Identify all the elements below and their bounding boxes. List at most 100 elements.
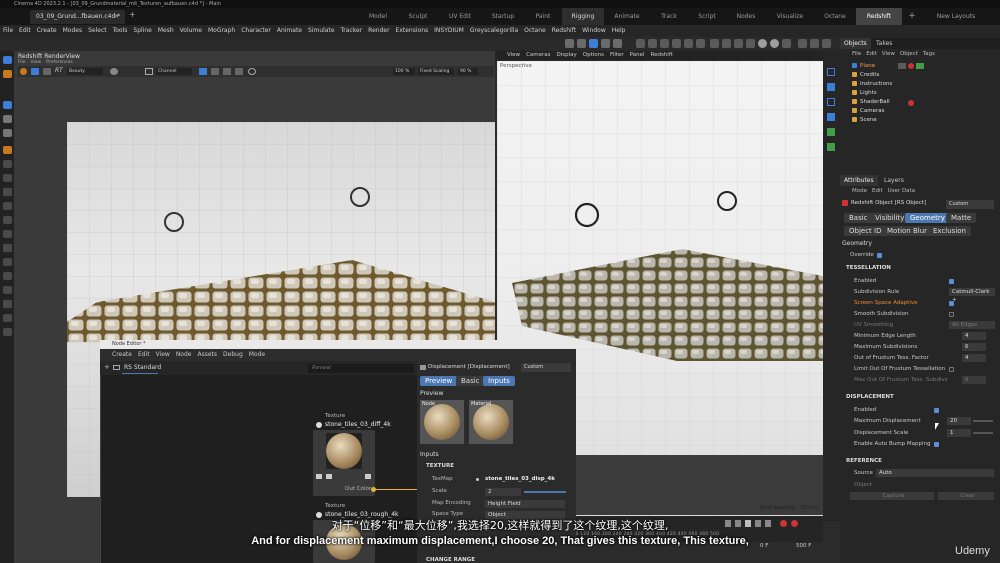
- texture-heading[interactable]: TEXTURE: [426, 463, 454, 469]
- layout-script[interactable]: Script: [688, 8, 726, 25]
- vp-menu-cameras[interactable]: Cameras: [526, 51, 550, 60]
- menu-mesh[interactable]: Mesh: [155, 25, 177, 37]
- max-displacement-slider[interactable]: [973, 420, 993, 422]
- layout-nodes[interactable]: Nodes: [726, 8, 766, 25]
- menu-tools[interactable]: Tools: [110, 25, 131, 37]
- effector-icon[interactable]: [827, 143, 835, 151]
- layout-redshift[interactable]: Redshift: [856, 8, 902, 25]
- attr-menu-mode[interactable]: Mode: [852, 187, 867, 196]
- field-icon[interactable]: [696, 39, 705, 48]
- snap-icon[interactable]: [613, 39, 622, 48]
- new-layouts-button[interactable]: New Layouts: [930, 8, 982, 25]
- layout-uv-edit[interactable]: UV Edit: [438, 8, 482, 25]
- knife-icon[interactable]: [3, 314, 12, 322]
- brush-icon[interactable]: [3, 300, 12, 308]
- camera-icon[interactable]: [722, 39, 731, 48]
- attr-menu-edit[interactable]: Edit: [872, 187, 883, 196]
- subdivision-rule-select[interactable]: Catmull-Clark +: [949, 288, 995, 303]
- obj-menu-edit[interactable]: Edit: [866, 50, 877, 59]
- menu-render[interactable]: Render: [365, 25, 392, 37]
- menu-file[interactable]: File: [0, 25, 16, 37]
- node-grid-icon[interactable]: [365, 474, 371, 479]
- override-checkbox[interactable]: [877, 253, 882, 258]
- material-icon[interactable]: [810, 39, 819, 48]
- object-item-shaderball[interactable]: ShaderBall: [852, 98, 890, 107]
- material-tag-icon[interactable]: [908, 63, 914, 69]
- scaling-select[interactable]: Fixed Scaling: [418, 68, 454, 75]
- menu-character[interactable]: Character: [238, 25, 274, 37]
- render-view-icon[interactable]: [758, 39, 767, 48]
- ipr-toggle-icon[interactable]: [31, 68, 39, 75]
- tab-layers[interactable]: Layers: [880, 175, 908, 186]
- menu-mograph[interactable]: MoGraph: [205, 25, 238, 37]
- scale-slider[interactable]: [524, 491, 566, 493]
- attributes-mode-select[interactable]: Custom: [946, 200, 994, 209]
- smooth-subdivision-checkbox[interactable]: [949, 312, 954, 317]
- edges-mode-icon[interactable]: [3, 160, 12, 168]
- workplane-icon[interactable]: [3, 258, 12, 266]
- tab-objects[interactable]: Objects: [840, 38, 871, 49]
- scale-tool-icon[interactable]: [577, 39, 586, 48]
- vp-menu-filter[interactable]: Filter: [610, 51, 624, 60]
- zoom-field[interactable]: 100 %: [393, 68, 415, 75]
- render-icon[interactable]: [770, 39, 779, 48]
- tab-takes[interactable]: Takes: [872, 38, 896, 49]
- layout-sculpt[interactable]: Sculpt: [398, 8, 438, 25]
- sky-icon[interactable]: [746, 39, 755, 48]
- capture-button[interactable]: Capture: [850, 492, 934, 500]
- map-encoding-select[interactable]: Height Field: [485, 500, 565, 508]
- object-item-credits[interactable]: Credits: [852, 71, 879, 80]
- percent-field[interactable]: 90 %: [458, 68, 478, 75]
- vp-menu-redshift[interactable]: Redshift: [651, 51, 673, 60]
- ne-menu-debug[interactable]: Debug: [223, 349, 243, 361]
- max-displacement-field[interactable]: 20: [947, 417, 971, 425]
- texture-tag-icon[interactable]: [916, 63, 924, 69]
- rv-menu-file[interactable]: File: [18, 60, 26, 65]
- displacement-scale-slider[interactable]: [973, 432, 993, 434]
- ne-menu-edit[interactable]: Edit: [138, 349, 150, 361]
- screen-space-adaptive-checkbox[interactable]: [949, 301, 954, 306]
- menu-redshift[interactable]: Redshift: [549, 25, 579, 37]
- scale-field[interactable]: 2: [485, 488, 521, 496]
- node-attr-tab-inputs[interactable]: Inputs: [483, 376, 515, 386]
- menu-volume[interactable]: Volume: [177, 25, 205, 37]
- attr-tab-geometry[interactable]: Geometry: [905, 213, 950, 223]
- menu-extensions[interactable]: Extensions: [393, 25, 432, 37]
- rotate-tool-icon[interactable]: [601, 39, 610, 48]
- limit-oof-checkbox[interactable]: [949, 367, 954, 372]
- layout-track[interactable]: Track: [650, 8, 688, 25]
- rs-standard-tab[interactable]: RS Standard: [124, 364, 161, 371]
- light-icon[interactable]: [710, 39, 719, 48]
- magnet-icon[interactable]: [3, 328, 12, 336]
- pan-icon[interactable]: [235, 68, 243, 75]
- text-icon[interactable]: [827, 98, 835, 106]
- vp-menu-display[interactable]: Display: [557, 51, 577, 60]
- clear-button[interactable]: Clear: [938, 492, 994, 500]
- move-view-icon[interactable]: [223, 68, 231, 75]
- source-select[interactable]: Auto: [876, 469, 994, 477]
- tess-enabled-checkbox[interactable]: [949, 279, 954, 284]
- change-range-heading[interactable]: CHANGE RANGE: [426, 557, 475, 563]
- frame-icon[interactable]: [827, 68, 835, 76]
- model-mode-icon[interactable]: [3, 70, 12, 78]
- ne-menu-create[interactable]: Create: [112, 349, 132, 361]
- floor-icon[interactable]: [734, 39, 743, 48]
- document-tab[interactable]: 03_09_Grund...fbauen.c4d * ✕: [30, 10, 125, 24]
- layout-startup[interactable]: Startup: [482, 8, 524, 25]
- menu-tracker[interactable]: Tracker: [338, 25, 366, 37]
- layout-rigging[interactable]: Rigging: [562, 8, 604, 25]
- obj-menu-tags[interactable]: Tags: [923, 50, 935, 59]
- obj-menu-view[interactable]: View: [882, 50, 895, 59]
- rv-menu-view[interactable]: View: [31, 60, 42, 65]
- layout-paint[interactable]: Paint: [524, 8, 562, 25]
- layout-octane[interactable]: Octane: [814, 8, 856, 25]
- scale-icon[interactable]: [3, 129, 12, 137]
- render-region-icon[interactable]: [43, 68, 51, 75]
- channel-select[interactable]: Channel: [156, 68, 192, 75]
- material-tag-icon[interactable]: [908, 100, 914, 106]
- tessellation-heading[interactable]: TESSELLATION: [846, 265, 891, 271]
- add-node-tab-icon[interactable]: +: [104, 363, 110, 371]
- obj-menu-object[interactable]: Object: [900, 50, 918, 59]
- reveal-input[interactable]: Reveal: [308, 364, 414, 373]
- max-oof-subdivs-field[interactable]: 6: [962, 376, 986, 384]
